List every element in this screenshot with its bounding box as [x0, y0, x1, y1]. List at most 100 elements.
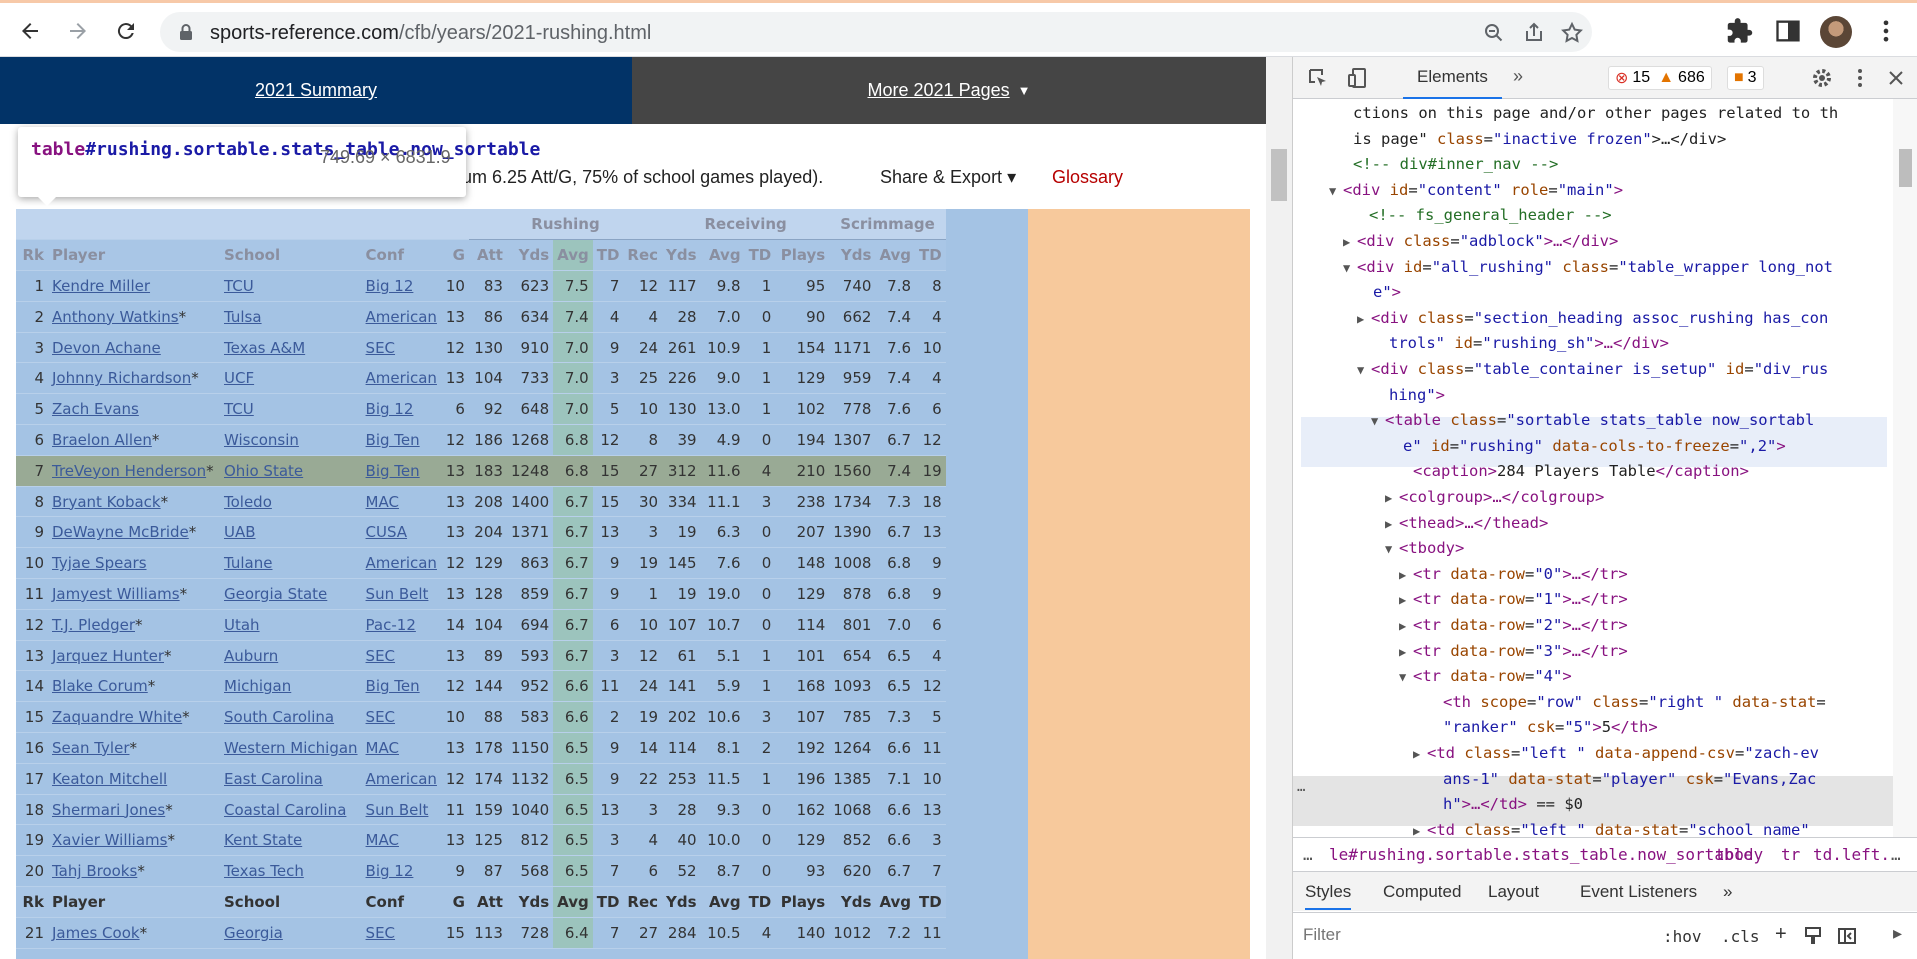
col-header-player-1[interactable]: Player — [48, 239, 220, 272]
paint-brush-icon[interactable] — [1803, 926, 1823, 946]
player-link[interactable]: Xavier Williams — [52, 831, 167, 849]
dom-node-line[interactable]: ▶ <td class="left " data-append-csv="zach… — [1413, 741, 1819, 767]
more-tabs-icon[interactable]: » — [1513, 66, 1523, 87]
player-link[interactable]: Bryant Koback — [52, 493, 161, 511]
school-link[interactable]: Georgia State — [224, 585, 327, 603]
tab-elements[interactable]: Elements — [1403, 57, 1502, 99]
school-link[interactable]: Wisconsin — [224, 431, 299, 449]
back-icon[interactable] — [14, 15, 46, 47]
scroll-right-icon[interactable]: ▸ — [1893, 923, 1902, 944]
dom-node-line[interactable]: ▶ <tr data-row="0">…</tr> — [1399, 562, 1628, 588]
hover-state-toggle[interactable]: :hov — [1663, 927, 1702, 946]
profile-avatar[interactable] — [1820, 16, 1852, 48]
reload-icon[interactable] — [110, 15, 142, 47]
player-link[interactable]: Braelon Allen — [52, 431, 152, 449]
school-link[interactable]: Ohio State — [224, 462, 303, 480]
inspect-element-icon[interactable] — [1307, 67, 1329, 89]
more-pages-link[interactable]: More 2021 Pages — [868, 80, 1010, 101]
player-link[interactable]: T.J. Pledger — [52, 616, 135, 634]
player-link[interactable]: Anthony Watkins — [52, 308, 179, 326]
expand-triangle-icon[interactable]: ▶ — [1385, 486, 1399, 512]
dom-node-line[interactable]: ▶ <thead>…</thead> — [1385, 511, 1548, 537]
conf-link[interactable]: Big 12 — [366, 862, 414, 880]
dom-node-line[interactable]: ▼ <div id="all_rushing" class="table_wrap… — [1343, 255, 1833, 281]
dom-node-line[interactable]: ctions on this page and/or other pages r… — [1353, 101, 1838, 127]
side-panel-icon[interactable] — [1774, 17, 1802, 45]
collapse-triangle-icon[interactable]: ▼ — [1371, 409, 1385, 435]
dom-node-line[interactable]: is page" class="inactive frozen">…</div> — [1353, 127, 1726, 153]
new-rule-icon[interactable]: + — [1775, 923, 1787, 946]
conf-link[interactable]: Big Ten — [366, 677, 420, 695]
dom-node-line[interactable]: hing"> — [1389, 383, 1445, 409]
col-header-td-16[interactable]: TD — [915, 239, 946, 272]
col-header-rec-9[interactable]: Rec — [623, 239, 663, 272]
school-link[interactable]: Auburn — [224, 647, 278, 665]
player-link[interactable]: TreVeyon Henderson — [52, 462, 206, 480]
dom-node-line[interactable]: ▶ <tr data-row="1">…</tr> — [1399, 587, 1628, 613]
dom-node-line[interactable]: e" id="rushing" data-cols-to-freeze=",2"… — [1403, 434, 1786, 460]
summary-nav-item[interactable]: 2021 Summary — [0, 57, 632, 124]
tab-styles[interactable]: Styles — [1305, 882, 1352, 910]
dom-node-line[interactable]: h">…</td> == $0 — [1443, 792, 1583, 818]
collapse-triangle-icon[interactable]: ▼ — [1357, 358, 1371, 384]
school-link[interactable]: UAB — [224, 523, 256, 541]
page-scrollbar[interactable] — [1266, 57, 1292, 959]
toggle-sidebar-icon[interactable] — [1837, 926, 1857, 946]
dom-node-line[interactable]: e"> — [1373, 280, 1401, 306]
player-link[interactable]: Kendre Miller — [52, 277, 150, 295]
expand-triangle-icon[interactable]: ▶ — [1343, 230, 1357, 256]
expand-triangle-icon[interactable]: ▶ — [1357, 307, 1371, 333]
expand-triangle-icon[interactable]: ▶ — [1413, 742, 1427, 768]
styles-filter-input[interactable] — [1303, 921, 1643, 949]
conf-link[interactable]: American — [366, 770, 437, 788]
dom-node-line[interactable]: trols" id="rushing_sh">…</div> — [1389, 331, 1669, 357]
col-header-att-5[interactable]: Att — [468, 239, 507, 272]
more-pages-nav-item[interactable]: More 2021 Pages ▼ — [632, 57, 1266, 124]
bookmark-star-icon[interactable] — [1560, 21, 1584, 45]
class-toggle[interactable]: .cls — [1721, 927, 1760, 946]
player-link[interactable]: Jarquez Hunter — [52, 647, 164, 665]
col-header-td-12[interactable]: TD — [744, 239, 776, 272]
conf-link[interactable]: MAC — [366, 493, 399, 511]
breadcrumb-tbody[interactable]: tbody — [1715, 845, 1763, 864]
collapse-triangle-icon[interactable]: ▼ — [1385, 537, 1399, 563]
col-header-yds-14[interactable]: Yds — [829, 239, 876, 272]
breadcrumb-overflow-right[interactable]: … — [1891, 845, 1901, 864]
school-link[interactable]: Texas Tech — [224, 862, 304, 880]
tab-computed[interactable]: Computed — [1383, 882, 1461, 902]
conf-link[interactable]: SEC — [366, 339, 395, 357]
address-bar[interactable]: sports-reference.com/cfb/years/2021-rush… — [160, 12, 1592, 52]
school-link[interactable]: Tulsa — [224, 308, 262, 326]
school-link[interactable]: Western Michigan — [224, 739, 358, 757]
conf-link[interactable]: Big 12 — [366, 277, 414, 295]
extensions-icon[interactable] — [1726, 17, 1754, 45]
breadcrumb-table[interactable]: le#rushing.sortable.stats_table.now_sort… — [1329, 845, 1753, 864]
school-link[interactable]: Texas A&M — [224, 339, 305, 357]
conf-link[interactable]: Sun Belt — [366, 801, 429, 819]
dom-node-line[interactable]: ▶ <tr data-row="3">…</tr> — [1399, 639, 1628, 665]
col-header-g-4[interactable]: G — [440, 239, 469, 272]
collapse-triangle-icon[interactable]: ▼ — [1343, 256, 1357, 282]
collapse-triangle-icon[interactable]: ▼ — [1399, 665, 1413, 691]
dom-node-line[interactable]: ans-1" data-stat="player" csk="Evans,Zac — [1443, 767, 1816, 793]
col-header-td-8[interactable]: TD — [592, 239, 624, 272]
dom-node-line[interactable]: ▼ <table class="sortable stats_table now_… — [1371, 408, 1814, 434]
dom-node-line[interactable]: <!-- div#inner_nav --> — [1353, 152, 1558, 178]
dom-node-line[interactable]: "ranker" csk="5">5</th> — [1443, 715, 1658, 741]
player-link[interactable]: Zaquandre White — [52, 708, 182, 726]
conf-link[interactable]: Big Ten — [366, 431, 420, 449]
school-link[interactable]: Georgia — [224, 924, 283, 942]
issues-badge[interactable]: ■ 3 — [1727, 66, 1764, 90]
school-link[interactable]: Toledo — [224, 493, 272, 511]
player-link[interactable]: Zach Evans — [52, 400, 139, 418]
zoom-icon[interactable] — [1482, 21, 1506, 45]
tab-event-listeners[interactable]: Event Listeners — [1580, 882, 1697, 902]
player-link[interactable]: Keaton Mitchell — [52, 770, 167, 788]
conf-link[interactable]: CUSA — [366, 523, 408, 541]
school-link[interactable]: Tulane — [224, 554, 273, 572]
summary-link[interactable]: 2021 Summary — [255, 80, 377, 101]
conf-link[interactable]: American — [366, 308, 437, 326]
close-icon[interactable] — [1885, 67, 1907, 89]
conf-link[interactable]: Pac-12 — [366, 616, 416, 634]
node-actions-ellipsis[interactable]: … — [1297, 779, 1305, 795]
